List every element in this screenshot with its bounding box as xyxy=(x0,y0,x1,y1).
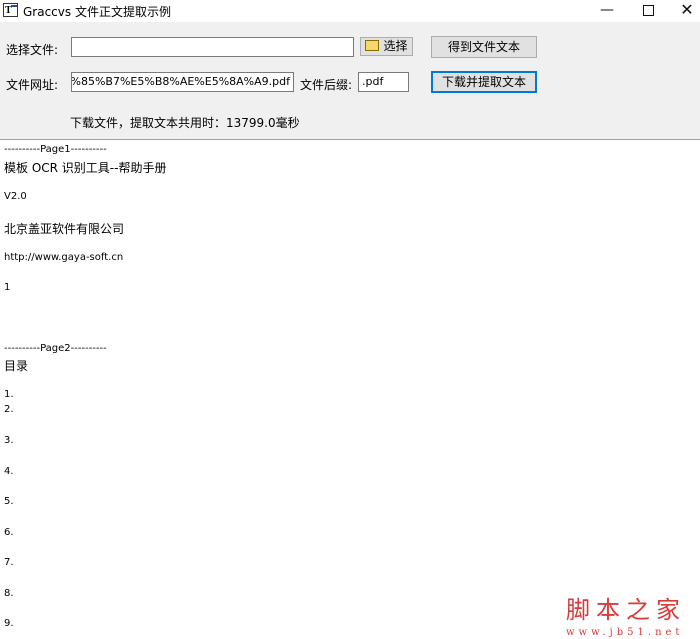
text-line: 5. xyxy=(4,496,14,507)
minimize-button[interactable]: — xyxy=(584,0,630,22)
page-separator: ----------Page1---------- xyxy=(4,144,107,155)
text-line: V2.0 xyxy=(4,191,27,202)
text-line: 1 xyxy=(4,282,11,293)
select-file-label: 选择文件: xyxy=(6,43,59,57)
title-bar: T Graccvs 文件正文提取示例 — ✕ xyxy=(0,0,700,22)
suffix-label: 文件后缀: xyxy=(300,78,353,92)
text-line: 8. xyxy=(4,588,14,599)
suffix-input[interactable]: .pdf xyxy=(358,72,409,92)
get-text-button[interactable]: 得到文件文本 xyxy=(431,36,537,58)
text-line: 目录 xyxy=(4,359,29,373)
file-path-input[interactable] xyxy=(71,37,354,57)
browse-button[interactable]: 选择 xyxy=(360,37,413,56)
app-icon: T xyxy=(3,3,18,17)
text-line: 6. xyxy=(4,527,14,538)
watermark-url: www.jb51.net xyxy=(566,627,684,638)
text-line: 4. xyxy=(4,466,14,477)
status-text: 下载文件，提取文本共用时：13799.0毫秒 xyxy=(70,116,300,130)
site-watermark: 脚本之家 www.jb51.net xyxy=(566,590,686,638)
url-input[interactable]: \5%E5%85%B7%E5%B8%AE%E5%8A%A9.pdf xyxy=(71,72,294,92)
folder-icon xyxy=(365,40,380,51)
url-label: 文件网址: xyxy=(6,78,59,92)
watermark-text: 脚本之家 xyxy=(566,596,686,624)
page-separator: ----------Page2---------- xyxy=(4,343,107,354)
text-line: 9. xyxy=(4,618,14,629)
document-text-area[interactable]: ----------Page1---------- 模板 OCR 识别工具--帮… xyxy=(0,139,700,639)
close-button[interactable]: ✕ xyxy=(664,0,700,22)
text-line: 模板 OCR 识别工具--帮助手册 xyxy=(4,161,167,175)
control-panel: 选择文件: 选择 得到文件文本 文件网址: \5%E5%85%B7%E5%B8%… xyxy=(0,22,700,139)
text-line: 3. xyxy=(4,435,14,446)
download-extract-button[interactable]: 下载并提取文本 xyxy=(431,71,537,93)
text-line: 2. xyxy=(4,404,14,415)
maximize-icon xyxy=(642,4,654,16)
browse-button-label: 选择 xyxy=(383,39,408,53)
text-line: 北京盖亚软件有限公司 xyxy=(4,222,125,236)
text-line: 1. xyxy=(4,389,14,400)
text-line: http://www.gaya-soft.cn xyxy=(4,252,124,263)
url-value: \5%E5%85%B7%E5%B8%AE%E5%8A%A9.pdf xyxy=(71,75,290,88)
text-line: 7. xyxy=(4,557,14,568)
window-title: Graccvs 文件正文提取示例 xyxy=(23,5,171,19)
